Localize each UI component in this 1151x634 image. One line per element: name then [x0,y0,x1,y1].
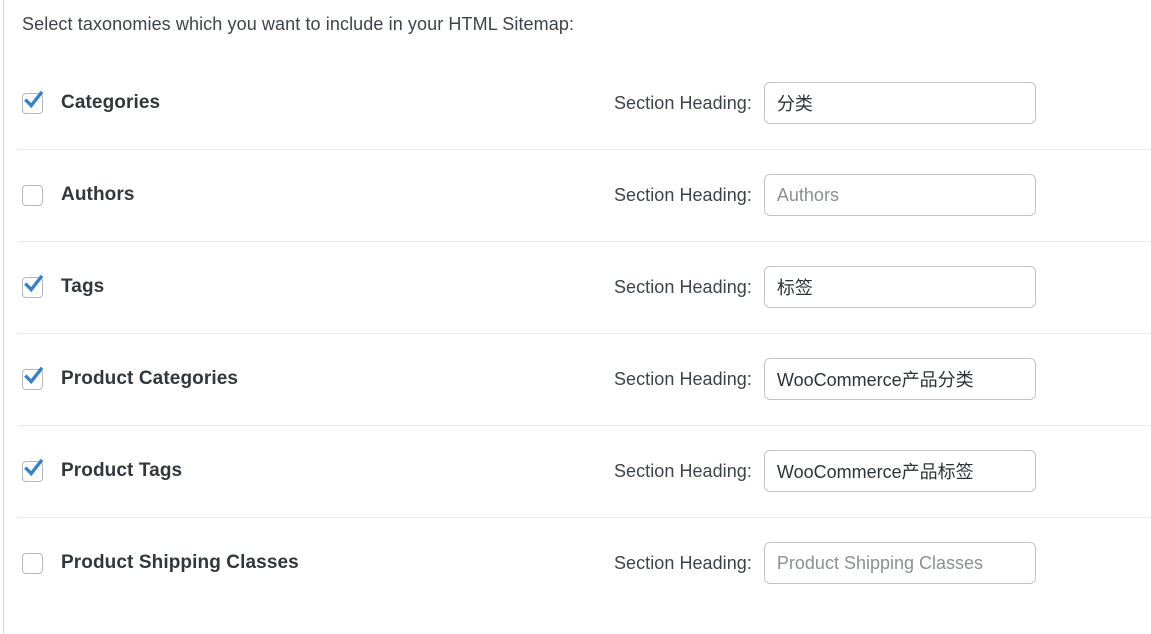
table-row: Product Categories Section Heading: [4,333,1151,425]
checkmark-icon [24,458,44,476]
section-heading-input[interactable] [763,174,1036,216]
taxonomy-label: Tags [61,276,105,297]
checkmark-icon [24,90,44,108]
taxonomy-checkbox[interactable] [22,458,44,482]
checkmark-icon [24,274,44,292]
section-heading-input[interactable] [763,358,1036,400]
taxonomy-toggle-cell[interactable]: Product Tags [22,458,614,482]
section-heading-cell: Section Heading: [614,174,1133,216]
taxonomy-settings-panel: Select taxonomies which you want to incl… [4,0,1151,634]
table-row: Categories Section Heading: [4,57,1151,149]
taxonomy-toggle-cell[interactable]: Product Categories [22,366,614,390]
taxonomy-label: Product Categories [61,368,239,389]
taxonomy-toggle-cell[interactable]: Product Shipping Classes [22,552,614,574]
table-row: Tags Section Heading: [4,241,1151,333]
section-heading-label: Section Heading: [614,277,752,297]
table-row: Product Shipping Classes Section Heading… [4,517,1151,609]
section-heading-input[interactable] [763,266,1036,308]
taxonomy-checkbox[interactable] [22,184,43,206]
table-row: Product Tags Section Heading: [4,425,1151,517]
section-heading-input[interactable] [763,82,1036,124]
taxonomy-label: Authors [61,184,135,205]
taxonomy-checkbox[interactable] [22,366,44,390]
section-heading-label: Section Heading: [614,93,752,113]
taxonomy-checkbox[interactable] [22,552,43,574]
section-heading-input[interactable] [763,542,1036,584]
taxonomy-toggle-cell[interactable]: Tags [22,274,614,298]
taxonomy-row-list: Categories Section Heading: Authors Sect… [4,57,1151,609]
section-heading-label: Section Heading: [614,461,752,481]
section-heading-cell: Section Heading: [614,82,1133,124]
section-heading-cell: Section Heading: [614,450,1133,492]
taxonomy-toggle-cell[interactable]: Categories [22,90,614,114]
section-heading-label: Section Heading: [614,369,752,389]
taxonomy-label: Product Tags [61,460,183,481]
section-heading-input[interactable] [763,450,1036,492]
checkmark-icon [24,366,44,384]
section-heading-label: Section Heading: [614,553,752,573]
section-heading-cell: Section Heading: [614,542,1133,584]
panel-intro-text: Select taxonomies which you want to incl… [22,14,575,34]
taxonomy-checkbox[interactable] [22,90,44,114]
taxonomy-label: Product Shipping Classes [61,552,299,573]
section-heading-cell: Section Heading: [614,266,1133,308]
taxonomy-checkbox[interactable] [22,274,44,298]
taxonomy-label: Categories [61,92,161,113]
section-heading-label: Section Heading: [614,185,752,205]
section-heading-cell: Section Heading: [614,358,1133,400]
table-row: Authors Section Heading: [4,149,1151,241]
taxonomy-toggle-cell[interactable]: Authors [22,184,614,206]
